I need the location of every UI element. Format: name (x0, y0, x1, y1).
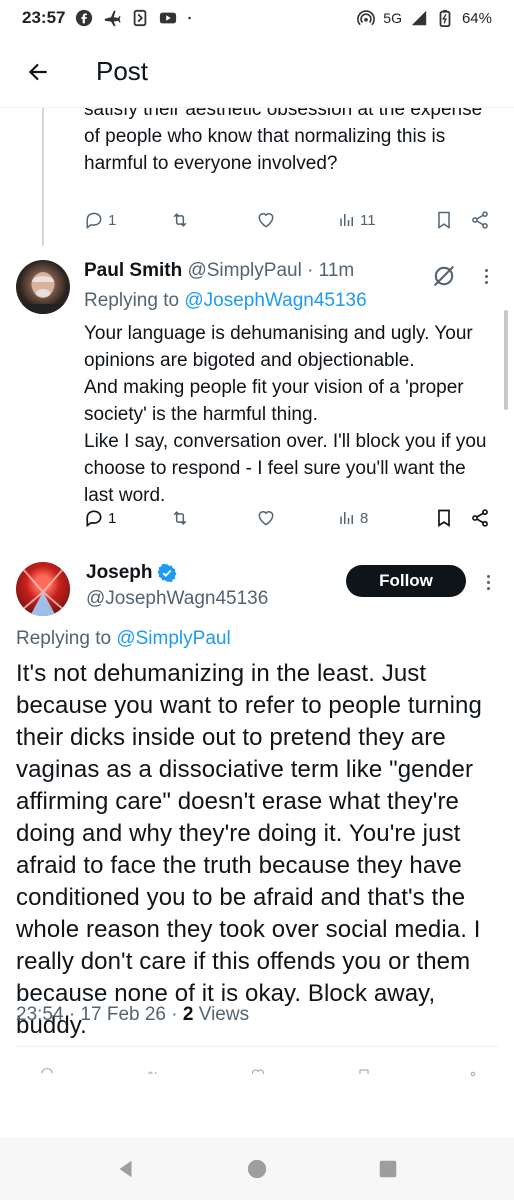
circle-home-icon (247, 1159, 267, 1179)
status-time: 23:57 (22, 8, 66, 27)
page-title: Post (96, 56, 149, 86)
repost-button[interactable] (170, 210, 256, 230)
replying-prefix: Replying to (16, 628, 117, 649)
bookmark-icon (438, 211, 450, 229)
tweet-time: · 11m (307, 260, 355, 281)
share-icon[interactable] (458, 1066, 480, 1082)
reply-count: 1 (108, 509, 117, 527)
views-icon (340, 214, 353, 226)
reply-icon (86, 212, 102, 229)
app-icon (134, 9, 147, 27)
nav-home-button[interactable] (237, 1149, 277, 1189)
like-button[interactable] (256, 210, 338, 230)
tweet-actions: 1 11 (84, 206, 494, 234)
reply-icon[interactable] (36, 1066, 58, 1082)
avatar[interactable] (16, 260, 70, 314)
network-type: 5G (383, 10, 402, 26)
action-bar-partial (16, 1066, 500, 1086)
views-button[interactable]: 8 (338, 509, 434, 527)
replying-to: Replying to @SimplyPaul (16, 628, 231, 650)
like-button[interactable] (256, 508, 338, 528)
reply-count: 1 (108, 211, 117, 229)
avatar-image (21, 567, 65, 616)
views-icon (340, 512, 353, 524)
bookmark-icon[interactable] (353, 1066, 375, 1082)
focused-tweet: Joseph @JosephWagn45136 Follow Replying … (0, 546, 514, 1138)
thread-line (42, 108, 44, 246)
bookmark-button[interactable] (434, 508, 470, 528)
repost-icon[interactable] (142, 1066, 164, 1082)
back-button[interactable] (18, 52, 58, 92)
author-handle[interactable]: @JosephWagn45136 (86, 588, 268, 610)
author-handle[interactable]: @SimplyPaul (187, 260, 301, 281)
tweet-timestamp[interactable]: 23:54 · 17 Feb 26 · (16, 1004, 183, 1025)
system-navbar (0, 1138, 514, 1200)
replying-prefix: Replying to (84, 290, 185, 311)
tweet-actions: 1 8 (84, 504, 494, 532)
mention-link[interactable]: @SimplyPaul (116, 628, 230, 649)
views-button[interactable]: 11 (338, 211, 434, 229)
avatar-image (16, 272, 70, 314)
repost-icon (173, 213, 187, 227)
square-recents-icon (380, 1160, 397, 1178)
tweet-meta: 23:54 · 17 Feb 26 · 2 Views (16, 1004, 249, 1026)
share-icon (472, 509, 488, 527)
repost-button[interactable] (170, 508, 256, 528)
more-options-icon[interactable] (478, 572, 498, 592)
more-options-icon[interactable] (476, 266, 496, 286)
author-name-line: Joseph (86, 562, 177, 584)
reply-tweet[interactable]: Paul Smith @SimplyPaul · 11m Replying to… (0, 246, 514, 546)
heart-icon (258, 213, 274, 228)
reply-tweet[interactable]: satisfy their aesthetic obsession at the… (0, 108, 514, 246)
reply-button[interactable]: 1 (84, 210, 170, 230)
views-count: 11 (360, 211, 376, 229)
youtube-icon (160, 12, 177, 24)
views-label: Views (193, 1004, 250, 1025)
share-button[interactable] (470, 210, 490, 230)
replying-to: Replying to @JosephWagn45136 (84, 290, 367, 312)
arrow-left-icon (28, 63, 47, 80)
views-count: 8 (360, 509, 369, 527)
reply-icon (86, 510, 102, 528)
author-line: Paul Smith @SimplyPaul · 11m (84, 260, 354, 282)
bookmark-icon (438, 509, 450, 528)
status-bar: 23:57 5G 64% (0, 0, 514, 36)
tweet-text: satisfy their aesthetic obsession at the… (84, 108, 483, 174)
author-name[interactable]: Paul Smith (84, 260, 182, 281)
facebook-icon (76, 9, 93, 27)
tweet-text: It's not dehumanizing in the least. Just… (16, 660, 482, 1039)
hotspot-icon (357, 10, 376, 26)
follow-button[interactable]: Follow (346, 565, 466, 597)
grok-icon[interactable] (430, 262, 458, 290)
battery-level: 64% (461, 9, 492, 27)
mention-link[interactable]: @JosephWagn45136 (184, 290, 366, 311)
share-icon (472, 211, 488, 229)
reply-button[interactable]: 1 (84, 508, 170, 528)
bookmark-button[interactable] (434, 210, 470, 230)
views-count: 2 (182, 1004, 194, 1025)
scrollbar[interactable] (504, 310, 508, 410)
avatar[interactable] (16, 562, 70, 616)
battery-icon (439, 9, 451, 27)
triangle-back-icon (119, 1160, 132, 1178)
verified-badge-icon[interactable] (156, 563, 177, 583)
heart-icon[interactable] (247, 1066, 269, 1082)
repost-icon (173, 511, 187, 525)
nav-back-button[interactable] (106, 1149, 146, 1189)
share-button[interactable] (470, 508, 490, 528)
author-name[interactable]: Joseph (86, 562, 153, 584)
heart-icon (258, 511, 274, 526)
tweet-text: Your language is dehumanising and ugly. … (84, 323, 487, 506)
post-header: Post (0, 36, 514, 108)
signal-icon (411, 10, 427, 26)
divider (16, 1046, 500, 1047)
dot-icon (188, 16, 192, 20)
nav-recents-button[interactable] (368, 1149, 408, 1189)
thread-content[interactable]: satisfy their aesthetic obsession at the… (0, 108, 514, 1138)
airplane-icon (105, 10, 122, 27)
